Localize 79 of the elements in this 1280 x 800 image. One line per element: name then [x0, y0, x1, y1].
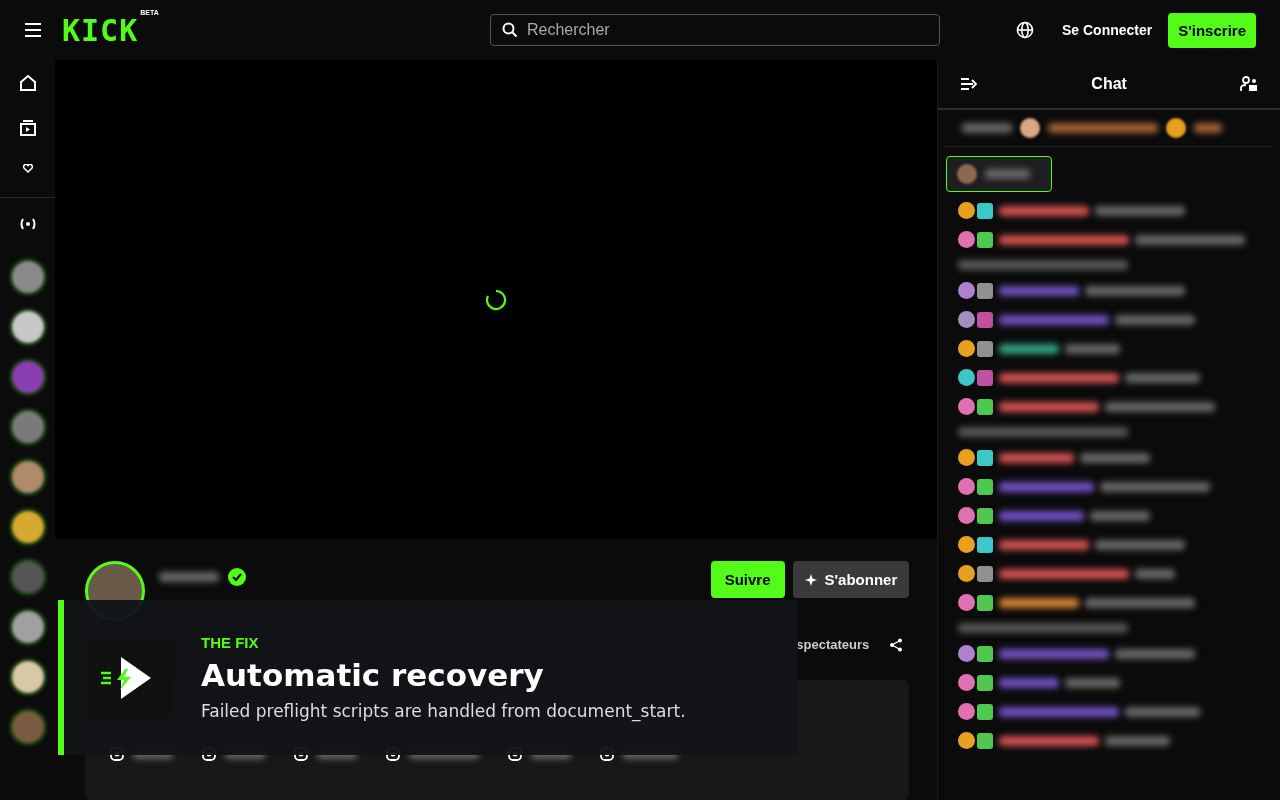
- user-avatar: [958, 732, 976, 749]
- share-icon[interactable]: [889, 637, 904, 652]
- viewers-label: spectateurs: [796, 637, 870, 652]
- verified-icon: [227, 567, 247, 587]
- user-avatar: [958, 231, 976, 248]
- blurred-message: [1080, 452, 1151, 463]
- search-field[interactable]: Rechercher: [490, 14, 940, 46]
- user-avatar: [958, 449, 976, 466]
- users-icon[interactable]: [1240, 76, 1258, 92]
- highlighted-user[interactable]: [946, 156, 1053, 192]
- user-avatar: [958, 369, 976, 386]
- badge-icon: [977, 369, 994, 386]
- user-avatar: [958, 507, 976, 524]
- menu-icon[interactable]: [24, 23, 42, 37]
- user-avatar: [958, 674, 976, 691]
- video-icon[interactable]: [19, 120, 36, 136]
- blurred-text: [1194, 123, 1223, 133]
- login-button[interactable]: Se Connecter: [1057, 14, 1157, 46]
- user-avatar: [958, 565, 976, 582]
- banner-text: Failed preflight scripts are handled from document_start.: [201, 701, 686, 721]
- badge-icon: [977, 202, 994, 219]
- channel-avatar[interactable]: [8, 258, 47, 296]
- badge-icon: [977, 449, 994, 466]
- loading-spinner-icon: [485, 288, 508, 311]
- banner-eyebrow: THE FIX: [201, 634, 260, 651]
- user-avatar: [958, 645, 976, 662]
- collapse-icon[interactable]: [960, 77, 979, 91]
- badge-icon: [977, 478, 994, 495]
- user-avatar: [958, 536, 976, 553]
- blurred-message: [1090, 510, 1151, 521]
- badge-icon: [977, 282, 994, 299]
- user-avatar: [958, 478, 976, 495]
- logo[interactable]: KICK: [62, 12, 139, 48]
- badge-icon: [977, 674, 994, 691]
- blurred-message: [1105, 735, 1171, 746]
- badge-icon: [977, 732, 994, 749]
- user-avatar: [958, 202, 976, 219]
- badge-icon: [977, 507, 994, 524]
- badge-icon: [977, 311, 994, 328]
- heart-icon[interactable]: [22, 164, 33, 173]
- app-logo-icon: [87, 634, 173, 721]
- blurred-text: [159, 572, 219, 582]
- search-icon: [502, 22, 518, 38]
- blurred-username: [999, 343, 1060, 354]
- blurred-message: [1135, 568, 1176, 579]
- blurred-username: [999, 677, 1060, 688]
- sparkle-icon: [804, 573, 817, 586]
- user-avatar: [958, 398, 976, 415]
- user-avatar: [958, 594, 976, 611]
- channel-avatar[interactable]: [8, 658, 47, 696]
- home-icon[interactable]: [18, 74, 37, 92]
- badge-icon: [977, 645, 994, 662]
- chat-title: Chat: [1091, 75, 1127, 93]
- badge-icon: [977, 565, 994, 582]
- subscribe-button[interactable]: S'abonner: [792, 561, 910, 598]
- badge-icon: [977, 594, 994, 611]
- badge-icon: [977, 231, 994, 248]
- blurred-message: [1065, 343, 1121, 354]
- user-avatar: [1166, 118, 1187, 138]
- user-avatar: [1020, 118, 1041, 138]
- channel-avatar[interactable]: [8, 308, 47, 346]
- live-icon: [18, 218, 37, 230]
- channel-avatar[interactable]: [8, 608, 47, 646]
- blurred-text: [962, 123, 1013, 133]
- badge-icon: [977, 703, 994, 720]
- signup-button[interactable]: S'inscrire: [1168, 12, 1256, 48]
- globe-icon[interactable]: [1015, 21, 1034, 39]
- user-avatar: [958, 282, 976, 299]
- badge-icon: [977, 398, 994, 415]
- banner-title: Automatic recovery: [201, 657, 545, 693]
- follow-button[interactable]: Suivre: [710, 561, 785, 598]
- channel-avatar[interactable]: [8, 458, 47, 496]
- blurred-message: [1065, 677, 1121, 688]
- badge-icon: [977, 536, 994, 553]
- user-avatar: [958, 311, 976, 328]
- channel-avatar[interactable]: [8, 508, 47, 546]
- user-avatar: [958, 340, 976, 357]
- badge-icon: [977, 340, 994, 357]
- user-avatar: [958, 703, 976, 720]
